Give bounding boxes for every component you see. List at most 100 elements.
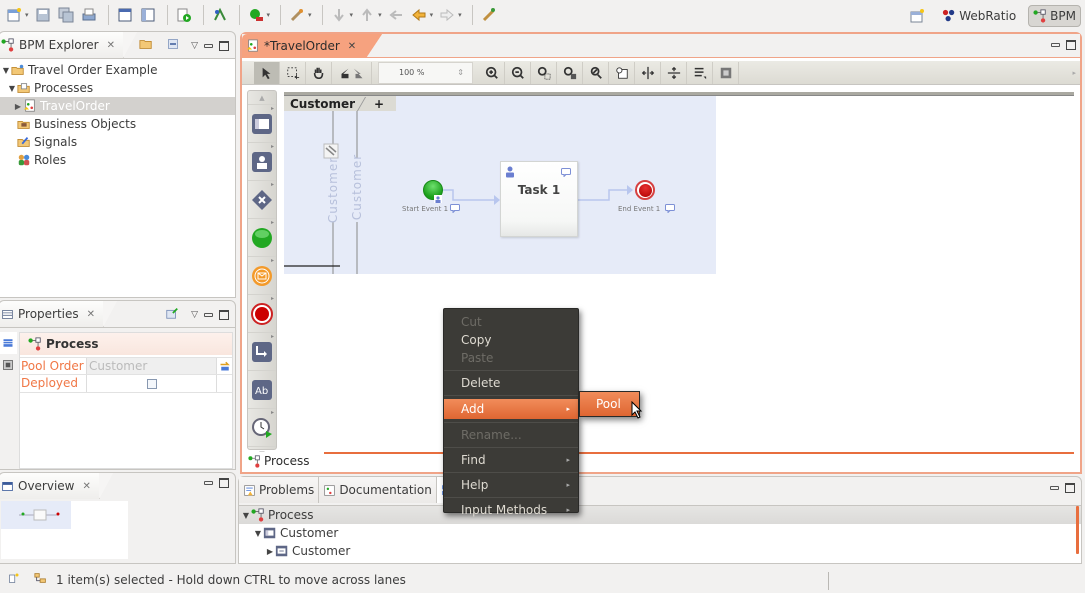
- palette-annotation-tool[interactable]: Ab: [248, 371, 276, 409]
- comment-icon[interactable]: [665, 202, 675, 216]
- menu-item-paste[interactable]: Paste: [444, 349, 578, 367]
- maximize-button[interactable]: [219, 309, 229, 320]
- menu-item-delete[interactable]: Delete: [444, 374, 578, 392]
- overview-viewport[interactable]: [1, 501, 71, 529]
- outline-scrollbar[interactable]: [1076, 506, 1079, 554]
- palette-flow-tool[interactable]: [248, 333, 276, 371]
- canvas-scroll-indicator[interactable]: [324, 452, 1074, 454]
- expand-toggle-icon[interactable]: ▼: [1, 66, 11, 75]
- forward-dropdown-icon[interactable]: ▾: [458, 11, 462, 19]
- run-icon[interactable]: [174, 5, 194, 25]
- zoom-reset-button[interactable]: [583, 61, 609, 84]
- forward-icon[interactable]: [437, 5, 457, 25]
- maximize-button[interactable]: [1066, 40, 1076, 50]
- marquee-tool-button[interactable]: [280, 61, 306, 84]
- menu-item-input-methods[interactable]: Input Methods ▸: [444, 501, 578, 519]
- zoom-fit-button[interactable]: [531, 61, 557, 84]
- zoom-in-button[interactable]: [479, 61, 505, 84]
- zoom-spinner-icon[interactable]: ⇕: [457, 68, 464, 77]
- tab-documentation[interactable]: Documentation: [319, 477, 437, 503]
- palette-pool-tool[interactable]: [248, 105, 276, 143]
- outline-item-process[interactable]: ▼ Process: [239, 506, 1081, 524]
- debug-dropdown-icon[interactable]: ▾: [267, 11, 271, 19]
- tree-item-travelorder[interactable]: ▶ TravelOrder: [0, 97, 235, 115]
- palette-scroll-up[interactable]: ▲: [248, 91, 276, 105]
- end-event-node[interactable]: [635, 180, 655, 200]
- layout-list-button[interactable]: [687, 61, 713, 84]
- editor-tab-travelorder[interactable]: *TravelOrder ✕: [242, 34, 383, 58]
- close-icon[interactable]: ✕: [107, 40, 115, 51]
- task-node[interactable]: Task 1: [500, 161, 578, 237]
- pool-customer[interactable]: Customer Customer Start Event 1 Task 1 E…: [284, 96, 716, 274]
- presentation-button[interactable]: [713, 61, 739, 84]
- pool-tab[interactable]: Customer +: [284, 96, 401, 111]
- menu-item-cut[interactable]: Cut: [444, 313, 578, 331]
- palette-message-event-tool[interactable]: [248, 257, 276, 295]
- minimize-button[interactable]: [1050, 486, 1059, 490]
- distribute-vertical-button[interactable]: [661, 61, 687, 84]
- tool-icon[interactable]: [287, 5, 307, 25]
- zoom-level-field[interactable]: 100 % ⇕: [378, 61, 473, 84]
- prev-annotation-icon[interactable]: [357, 5, 377, 25]
- minimize-button[interactable]: [204, 312, 213, 317]
- outline-item-pool[interactable]: ▼ Customer: [239, 524, 1081, 542]
- outline-item-lane[interactable]: ▶ Customer: [239, 542, 1081, 560]
- editor-page-tab-process[interactable]: Process: [244, 452, 314, 470]
- tree-item-processes[interactable]: ▼ Processes: [0, 79, 235, 97]
- reorder-icon[interactable]: [217, 358, 232, 374]
- menu-item-help[interactable]: Help ▸: [444, 476, 578, 494]
- pool-order-field[interactable]: Customer: [87, 358, 217, 374]
- maximize-button[interactable]: [219, 40, 229, 51]
- tree-item-project[interactable]: ▼ Travel Order Example: [0, 61, 235, 79]
- minimize-button[interactable]: [204, 43, 213, 48]
- palette-task-tool[interactable]: [248, 143, 276, 181]
- toggle-layout-icon[interactable]: [138, 5, 158, 25]
- menu-item-add[interactable]: Add ▸: [444, 399, 578, 419]
- tree-item-signals[interactable]: Signals: [0, 133, 235, 151]
- bpm-explorer-tab[interactable]: BPM Explorer ✕: [0, 32, 137, 58]
- toggle-view-icon[interactable]: [115, 5, 135, 25]
- toolbar-overflow-icon[interactable]: ▸: [1072, 69, 1076, 77]
- back-icon[interactable]: [409, 5, 429, 25]
- new-dropdown-icon[interactable]: ▾: [25, 11, 29, 19]
- perspective-bpm[interactable]: BPM: [1028, 5, 1081, 27]
- pan-tool-button[interactable]: [306, 61, 332, 84]
- properties-tab-advanced[interactable]: [0, 354, 17, 376]
- comment-icon[interactable]: [561, 166, 571, 180]
- menu-item-rename[interactable]: Rename...: [444, 426, 578, 444]
- diagram-canvas[interactable]: Customer Customer Start Event 1 Task 1 E…: [284, 90, 1074, 454]
- close-icon[interactable]: ✕: [348, 41, 356, 52]
- overview-canvas[interactable]: [1, 501, 128, 559]
- properties-tab-general[interactable]: [0, 332, 17, 354]
- close-icon[interactable]: ✕: [83, 481, 91, 492]
- collapse-all-icon[interactable]: [167, 38, 179, 53]
- expand-toggle-icon[interactable]: ▶: [265, 547, 275, 556]
- expand-toggle-icon[interactable]: ▼: [7, 84, 17, 93]
- perspective-webratio[interactable]: WebRatio: [938, 5, 1020, 27]
- debug-icon[interactable]: [246, 5, 266, 25]
- maximize-button[interactable]: [1065, 483, 1075, 493]
- add-note-button[interactable]: [609, 61, 635, 84]
- maximize-button[interactable]: [219, 478, 229, 488]
- palette-start-event-tool[interactable]: [248, 219, 276, 257]
- print-icon[interactable]: [79, 5, 99, 25]
- expand-toggle-icon[interactable]: ▼: [253, 529, 263, 538]
- add-lane-button[interactable]: +: [357, 96, 401, 111]
- fast-view-icon[interactable]: [8, 572, 20, 587]
- overview-tab[interactable]: Overview ✕: [0, 473, 113, 499]
- save-icon[interactable]: [33, 5, 53, 25]
- view-menu-icon[interactable]: ▽: [191, 310, 198, 320]
- new-wizard-icon[interactable]: [4, 5, 24, 25]
- tool-dropdown-icon[interactable]: ▾: [308, 11, 312, 19]
- minimize-button[interactable]: [204, 481, 213, 485]
- next-annotation-icon[interactable]: [329, 5, 349, 25]
- minimize-button[interactable]: [1051, 43, 1060, 47]
- close-icon[interactable]: ✕: [87, 309, 95, 320]
- last-edit-icon[interactable]: [386, 5, 406, 25]
- zoom-selection-button[interactable]: [557, 61, 583, 84]
- pin-view-icon[interactable]: [165, 306, 179, 323]
- open-perspective-icon[interactable]: [907, 6, 927, 26]
- palette-timer-tool[interactable]: [248, 409, 276, 447]
- generate-icon[interactable]: [210, 5, 230, 25]
- comment-icon[interactable]: [450, 202, 460, 216]
